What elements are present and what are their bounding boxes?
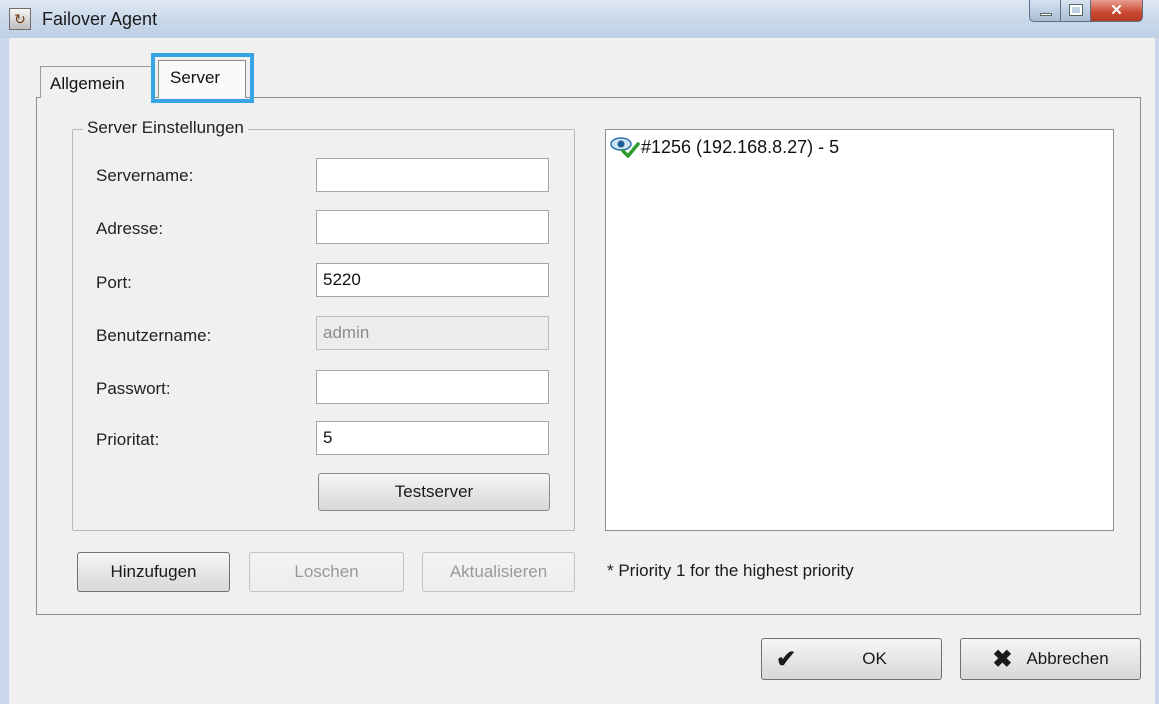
delete-button: Loschen bbox=[249, 552, 404, 592]
adresse-input[interactable] bbox=[316, 210, 549, 244]
benutzername-input bbox=[316, 316, 549, 350]
ok-label: OK bbox=[862, 649, 887, 668]
priority-note: * Priority 1 for the highest priority bbox=[607, 561, 854, 580]
testserver-button[interactable]: Testserver bbox=[318, 473, 550, 511]
passwort-label: Passwort: bbox=[96, 379, 171, 398]
failover-agent-window: ↻ Failover Agent ✕ Allgemein Server Serv… bbox=[0, 0, 1159, 704]
maximize-button[interactable] bbox=[1061, 0, 1091, 22]
server-list[interactable]: #1256 (192.168.8.27) - 5 bbox=[605, 129, 1114, 531]
checkmark-icon: ✔ bbox=[776, 646, 797, 673]
window-controls: ✕ bbox=[1029, 0, 1143, 24]
maximize-icon bbox=[1069, 4, 1083, 16]
window-border-right bbox=[1155, 38, 1159, 704]
ok-button[interactable]: ✔ OK bbox=[761, 638, 942, 680]
window-title: Failover Agent bbox=[42, 9, 158, 29]
prioritat-input[interactable] bbox=[316, 421, 549, 455]
add-button[interactable]: Hinzufugen bbox=[77, 552, 230, 592]
server-settings-legend: Server Einstellungen bbox=[83, 118, 248, 138]
benutzername-label: Benutzername: bbox=[96, 326, 212, 345]
prioritat-label: Prioritat: bbox=[96, 430, 160, 449]
cancel-button[interactable]: ✖ Abbrechen bbox=[960, 638, 1141, 680]
title-bar[interactable]: ↻ Failover Agent ✕ bbox=[0, 0, 1159, 38]
update-button: Aktualisieren bbox=[422, 552, 575, 592]
tab-allgemein[interactable]: Allgemein bbox=[40, 66, 152, 98]
close-icon: ✕ bbox=[1110, 2, 1123, 19]
tab-server[interactable]: Server bbox=[158, 60, 246, 98]
list-item[interactable]: #1256 (192.168.8.27) - 5 bbox=[609, 135, 839, 159]
adresse-label: Adresse: bbox=[96, 219, 164, 238]
close-button[interactable]: ✕ bbox=[1091, 0, 1143, 22]
port-input[interactable] bbox=[316, 263, 549, 297]
server-online-icon bbox=[610, 137, 640, 158]
server-entry-text: #1256 (192.168.8.27) - 5 bbox=[641, 136, 840, 157]
passwort-input[interactable] bbox=[316, 370, 549, 404]
window-border-left bbox=[0, 38, 9, 704]
servername-input[interactable] bbox=[316, 158, 549, 192]
app-icon: ↻ bbox=[9, 8, 31, 30]
servername-label: Servername: bbox=[96, 166, 194, 185]
minimize-button[interactable] bbox=[1029, 0, 1061, 22]
port-label: Port: bbox=[96, 273, 132, 292]
cancel-label: Abbrechen bbox=[1026, 649, 1109, 668]
x-icon: ✖ bbox=[992, 645, 1013, 673]
minimize-icon bbox=[1040, 13, 1052, 16]
